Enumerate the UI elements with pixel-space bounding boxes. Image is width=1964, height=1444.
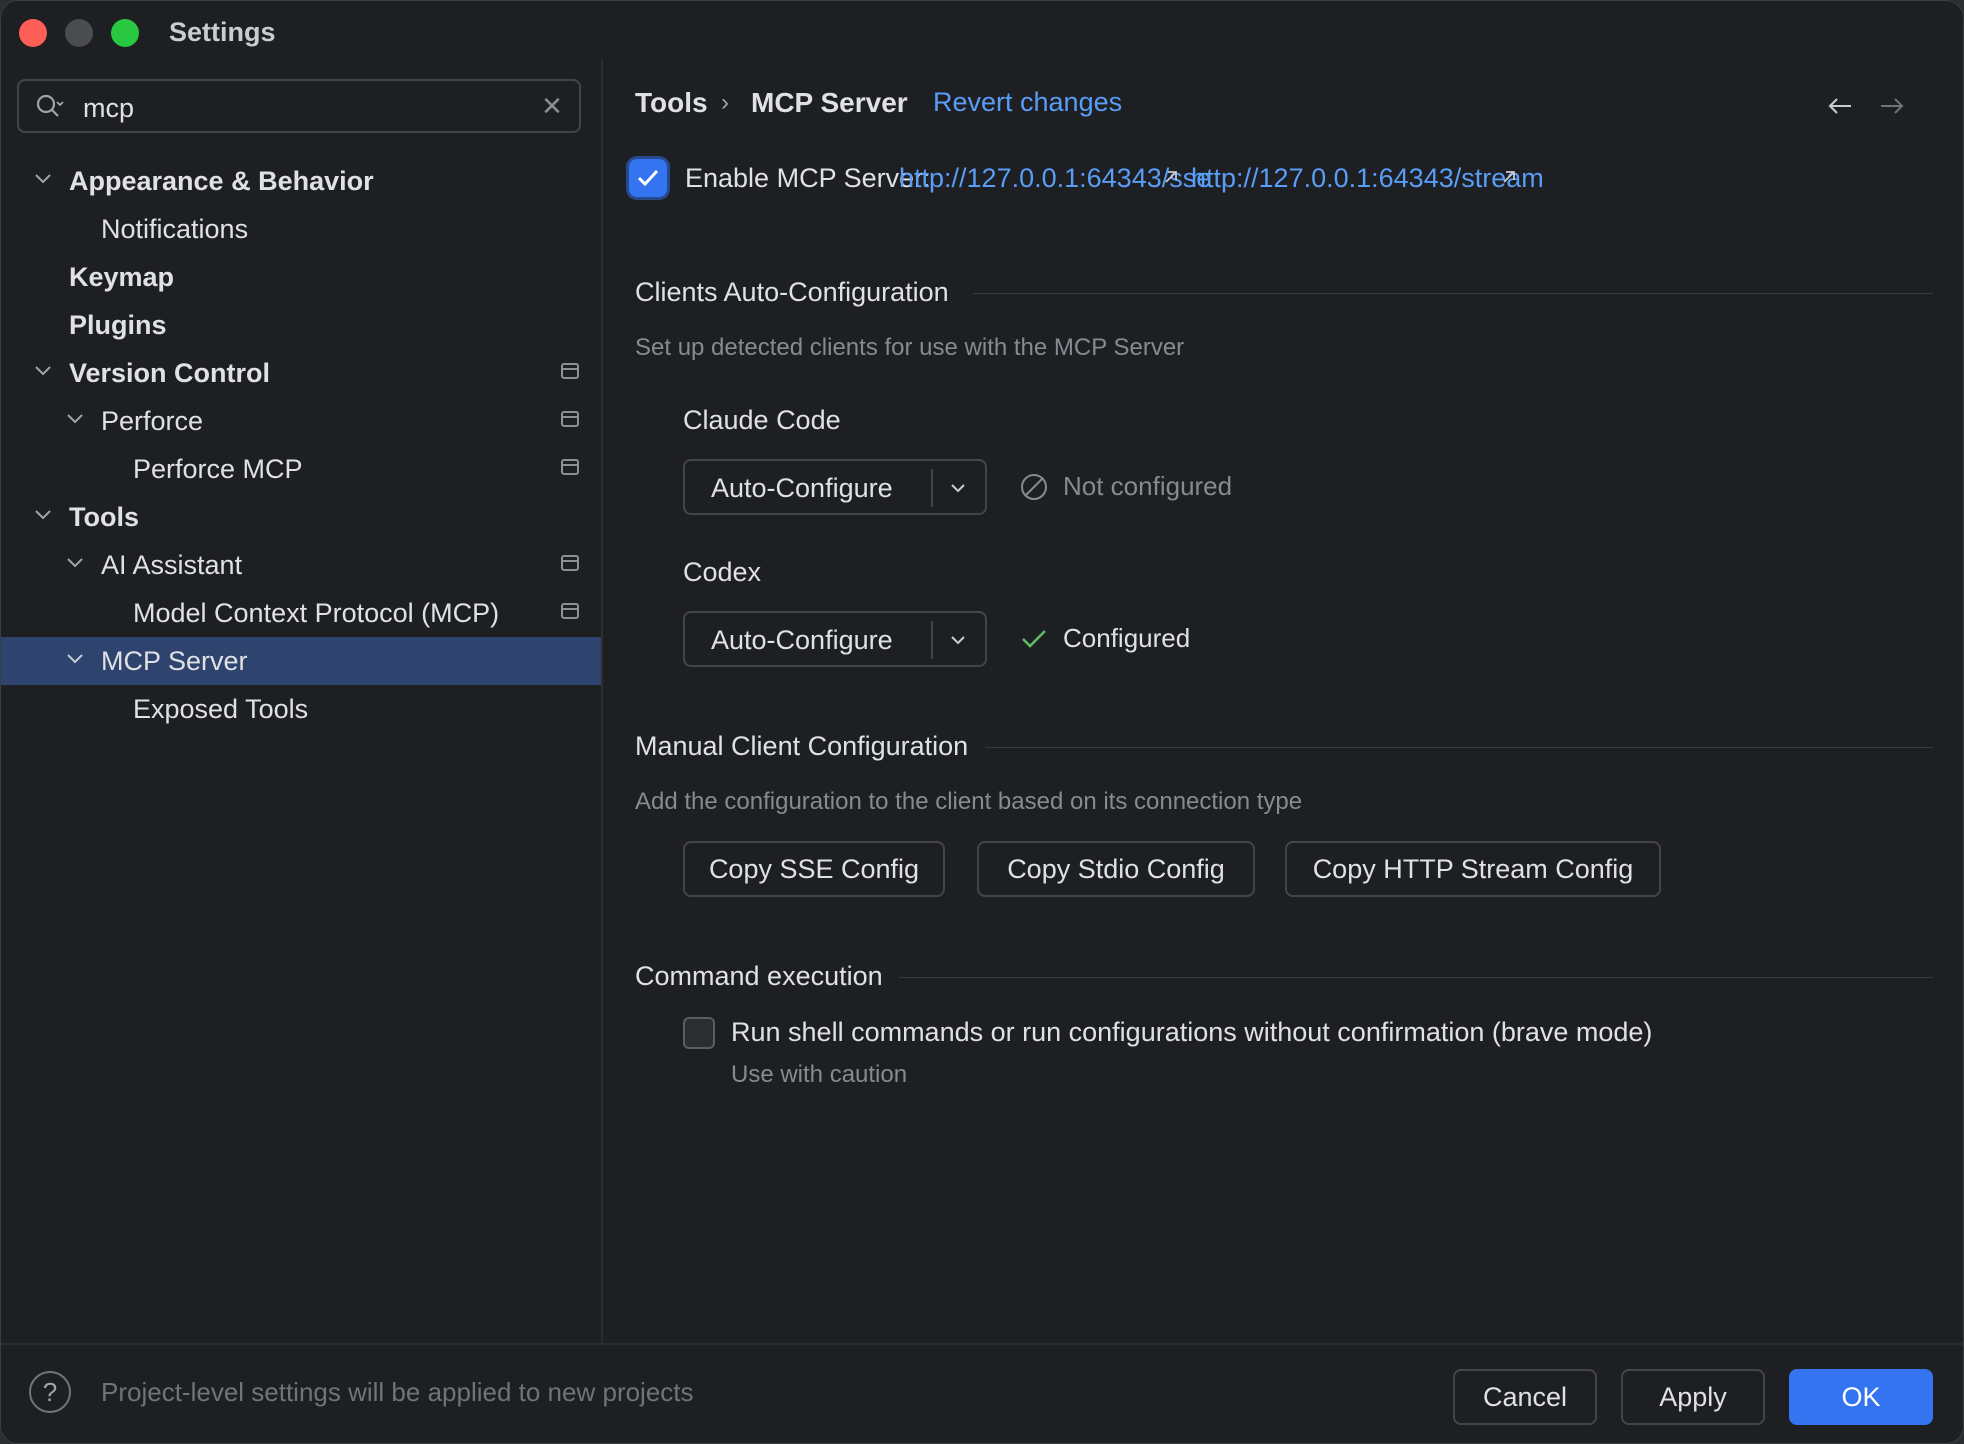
- breadcrumb-separator: ›: [721, 89, 729, 116]
- tree-item-keymap[interactable]: Keymap: [1, 253, 601, 301]
- chevron-down-icon[interactable]: [945, 475, 971, 501]
- settings-sidebar: ✕ Appearance & Behavior Notifications Ke…: [1, 59, 601, 1343]
- project-level-icon: [561, 603, 579, 619]
- ok-button[interactable]: OK: [1789, 1369, 1933, 1425]
- tree-item-version-control[interactable]: Version Control: [1, 349, 601, 397]
- maximize-window-button[interactable]: [111, 19, 139, 47]
- search-icon: [36, 94, 64, 117]
- claude-code-configure-dropdown[interactable]: Auto-Configure: [683, 459, 987, 515]
- tree-item-label: Version Control: [69, 358, 271, 388]
- tree-item-perforce-mcp[interactable]: Perforce MCP: [1, 445, 601, 493]
- chevron-down-icon[interactable]: [61, 405, 89, 433]
- project-level-icon: [561, 459, 579, 475]
- tree-item-tools[interactable]: Tools: [1, 493, 601, 541]
- tree-item-label: Model Context Protocol (MCP): [133, 598, 500, 628]
- chevron-down-icon[interactable]: [61, 549, 89, 577]
- auto-config-hint: Set up detected clients for use with the…: [635, 334, 1185, 361]
- section-title-auto-config: Clients Auto-Configuration: [635, 277, 949, 307]
- copy-sse-config-button[interactable]: Copy SSE Config: [683, 841, 945, 897]
- client-name-codex: Codex: [683, 557, 762, 587]
- tree-item-ai-assistant[interactable]: AI Assistant: [1, 541, 601, 589]
- tree-item-label: Exposed Tools: [133, 694, 309, 724]
- tree-item-label: MCP Server: [101, 646, 248, 676]
- tree-item-mcp-server[interactable]: MCP Server: [1, 637, 601, 685]
- checkmark-icon: [637, 169, 659, 187]
- brave-mode-checkbox[interactable]: [683, 1017, 715, 1049]
- enable-mcp-label: Enable MCP Server:: [685, 163, 931, 193]
- section-divider: [985, 747, 1933, 748]
- tree-item-label: Plugins: [69, 310, 167, 340]
- cancel-button[interactable]: Cancel: [1453, 1369, 1597, 1425]
- section-title-command-execution: Command execution: [635, 961, 883, 991]
- tree-item-model-context-protocol[interactable]: Model Context Protocol (MCP): [1, 589, 601, 637]
- dropdown-value: Auto-Configure: [711, 625, 893, 655]
- chevron-down-icon[interactable]: [945, 627, 971, 653]
- tree-item-exposed-tools[interactable]: Exposed Tools: [1, 685, 601, 733]
- client-name-claude-code: Claude Code: [683, 405, 841, 435]
- tree-item-plugins[interactable]: Plugins: [1, 301, 601, 349]
- tree-item-label: AI Assistant: [101, 550, 243, 580]
- revert-changes-link[interactable]: Revert changes: [933, 87, 1122, 118]
- tree-item-notifications[interactable]: Notifications: [1, 205, 601, 253]
- footer-note: Project-level settings will be applied t…: [101, 1377, 694, 1407]
- chevron-down-icon[interactable]: [29, 357, 57, 385]
- section-title-manual-config: Manual Client Configuration: [635, 731, 969, 761]
- project-level-icon: [561, 555, 579, 571]
- clear-search-icon[interactable]: ✕: [539, 93, 565, 119]
- stream-url-link[interactable]: http://127.0.0.1:64343/stream: [1191, 163, 1544, 194]
- page-title: MCP Server: [751, 87, 908, 118]
- chevron-down-icon[interactable]: [29, 501, 57, 529]
- back-arrow-icon[interactable]: [1825, 91, 1855, 121]
- tree-item-label: Perforce MCP: [133, 454, 303, 484]
- external-link-icon[interactable]: [1499, 167, 1519, 187]
- apply-button[interactable]: Apply: [1621, 1369, 1765, 1425]
- forward-arrow-icon[interactable]: [1877, 91, 1907, 121]
- section-divider: [973, 293, 1933, 294]
- chevron-down-icon[interactable]: [29, 165, 57, 193]
- external-link-icon[interactable]: [1161, 167, 1181, 187]
- tree-item-label: Notifications: [101, 214, 249, 244]
- section-divider: [899, 977, 1933, 978]
- settings-window: Settings ✕ Appearance & Behavior Notific…: [0, 0, 1964, 1444]
- dialog-footer: ? Project-level settings will be applied…: [1, 1343, 1963, 1443]
- brave-mode-hint: Use with caution: [731, 1061, 908, 1088]
- manual-config-hint: Add the configuration to the client base…: [635, 788, 1303, 815]
- breadcrumb-tools[interactable]: Tools: [635, 87, 708, 119]
- dropdown-separator: [931, 469, 933, 507]
- search-input[interactable]: [83, 93, 523, 124]
- dropdown-value: Auto-Configure: [711, 473, 893, 503]
- brave-mode-label[interactable]: Run shell commands or run configurations…: [731, 1017, 1652, 1048]
- window-title: Settings: [169, 17, 276, 47]
- tree-item-label: Keymap: [69, 262, 175, 292]
- codex-status: Configured: [1063, 623, 1191, 653]
- claude-code-status: Not configured: [1063, 471, 1233, 501]
- configured-check-icon: [1022, 630, 1046, 648]
- minimize-window-button[interactable]: [65, 19, 93, 47]
- tree-item-label: Tools: [69, 502, 139, 532]
- title-bar: Settings: [1, 1, 1963, 63]
- enable-mcp-checkbox[interactable]: [629, 159, 667, 197]
- copy-http-stream-config-button[interactable]: Copy HTTP Stream Config: [1285, 841, 1661, 897]
- settings-content: Tools › MCP Server Revert changes Enable…: [603, 59, 1963, 1343]
- tree-item-label: Appearance & Behavior: [69, 166, 374, 196]
- tree-item-appearance-behavior[interactable]: Appearance & Behavior: [1, 157, 601, 205]
- chevron-down-icon[interactable]: [61, 645, 89, 673]
- codex-configure-dropdown[interactable]: Auto-Configure: [683, 611, 987, 667]
- close-window-button[interactable]: [19, 19, 47, 47]
- copy-stdio-config-button[interactable]: Copy Stdio Config: [977, 841, 1255, 897]
- settings-search[interactable]: ✕: [17, 79, 581, 133]
- dropdown-separator: [931, 621, 933, 659]
- help-icon[interactable]: ?: [29, 1371, 71, 1413]
- project-level-icon: [561, 411, 579, 427]
- tree-item-label: Perforce: [101, 406, 204, 436]
- tree-item-perforce[interactable]: Perforce: [1, 397, 601, 445]
- not-configured-icon: [1021, 474, 1047, 500]
- project-level-icon: [561, 363, 579, 379]
